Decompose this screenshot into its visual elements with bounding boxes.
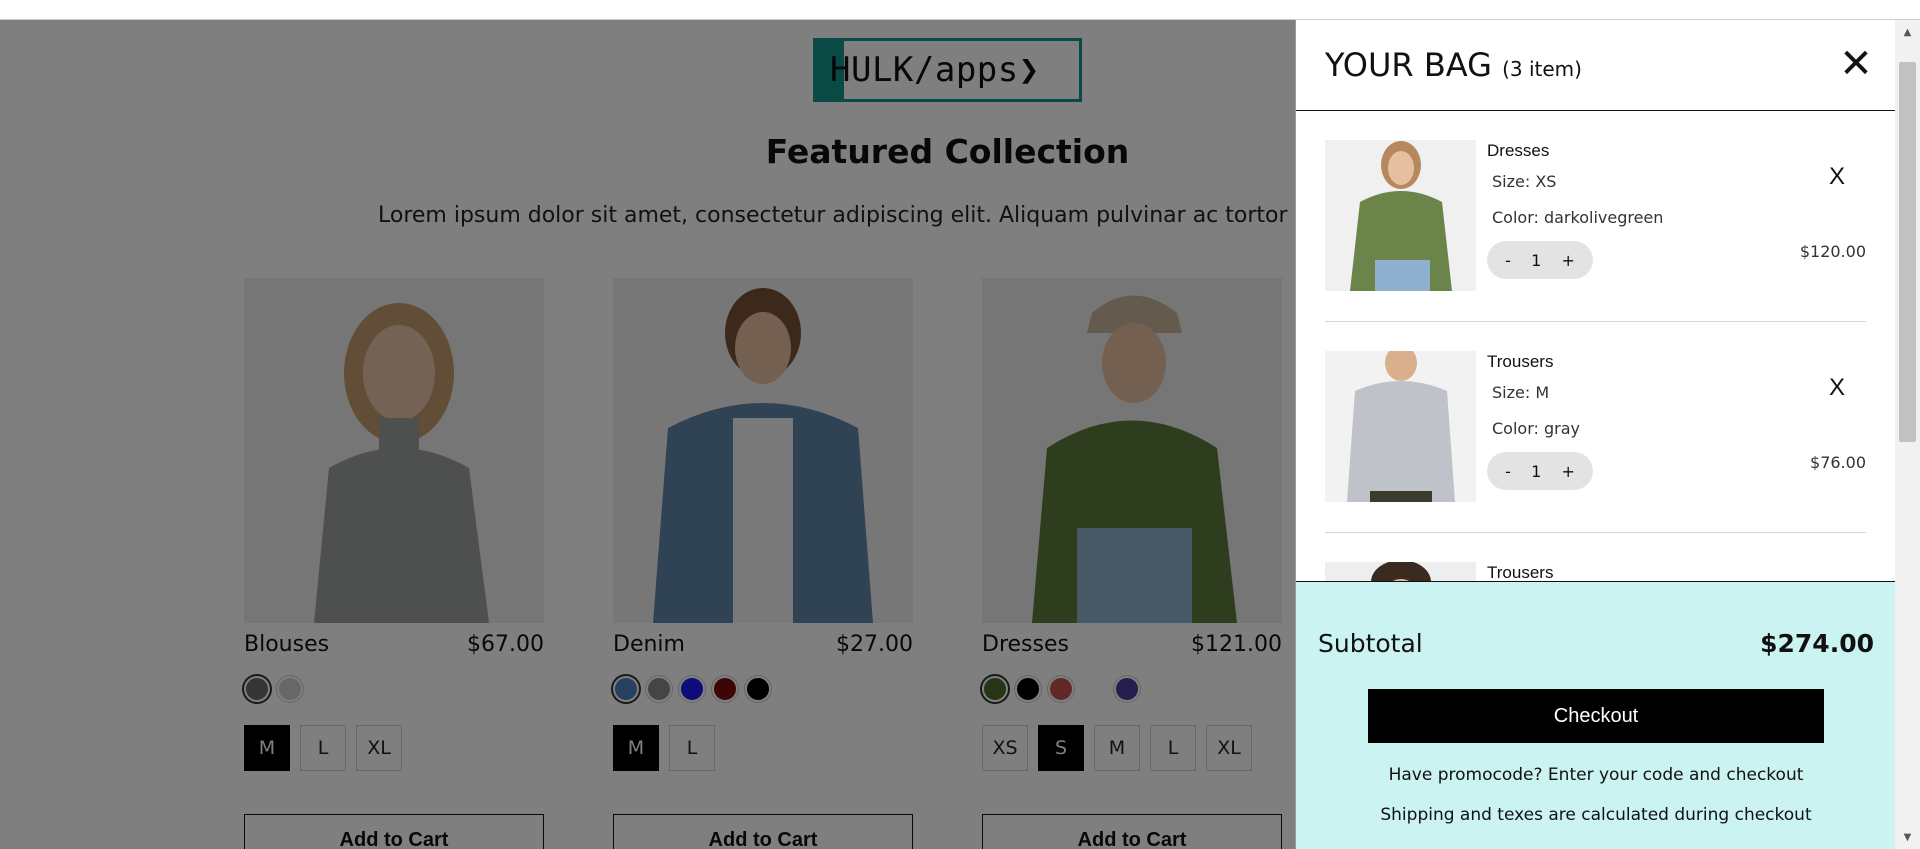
cart-drawer: YOUR BAG (3 item) ✕ Dresses Size: XS Col… (1295, 20, 1896, 849)
cart-title: YOUR BAG (3 item) (1325, 46, 1582, 84)
checkout-button[interactable]: Checkout (1368, 689, 1824, 743)
cart-item-name: Dresses (1487, 141, 1550, 160)
cart-item-price: $76.00 (1810, 453, 1866, 472)
cart-title-text: YOUR BAG (1325, 46, 1492, 84)
subtotal-value: $274.00 (1760, 629, 1874, 658)
cart-item-size: Size: XS (1492, 172, 1557, 191)
cart-item-color: Color: darkolivegreen (1492, 208, 1664, 227)
cart-item-name: Trousers (1487, 352, 1554, 371)
cart-item: Trousers (1325, 533, 1866, 581)
qty-decrease-button[interactable]: - (1505, 462, 1511, 481)
remove-item-button[interactable]: X (1829, 374, 1845, 402)
qty-increase-button[interactable]: + (1561, 251, 1574, 270)
cart-footer: Subtotal $274.00 Checkout Have promocode… (1296, 581, 1896, 849)
cart-header: YOUR BAG (3 item) ✕ (1296, 20, 1896, 111)
cart-item-name: Trousers (1487, 563, 1554, 581)
quantity-stepper: - 1 + (1487, 241, 1593, 279)
cart-item-size: Size: M (1492, 383, 1550, 402)
page-scrollbar[interactable]: ▲ ▼ (1895, 20, 1920, 849)
shipping-note: Shipping and texes are calculated during… (1380, 805, 1812, 825)
scrollbar-thumb[interactable] (1899, 62, 1916, 442)
qty-value: 1 (1531, 461, 1542, 481)
browser-top-edge (0, 0, 1920, 20)
remove-item-button[interactable]: X (1829, 163, 1845, 191)
qty-decrease-button[interactable]: - (1505, 251, 1511, 270)
cart-item-list: Dresses Size: XS Color: darkolivegreen -… (1296, 111, 1896, 581)
qty-value: 1 (1531, 250, 1542, 270)
cart-item: Dresses Size: XS Color: darkolivegreen -… (1325, 111, 1866, 322)
cart-item-price: $120.00 (1799, 242, 1866, 261)
cart-item-image (1325, 140, 1476, 291)
cart-item-image (1325, 562, 1476, 581)
promo-text: Have promocode? Enter your code and chec… (1388, 765, 1804, 785)
scroll-up-arrow-icon[interactable]: ▲ (1895, 20, 1920, 44)
cart-item-image (1325, 351, 1476, 502)
cart-item: Trousers Size: M Color: gray - 1 + X $76… (1325, 322, 1866, 533)
scroll-down-arrow-icon[interactable]: ▼ (1895, 825, 1920, 849)
modal-overlay[interactable] (0, 20, 1295, 849)
cart-item-count: (3 item) (1502, 57, 1582, 81)
qty-increase-button[interactable]: + (1561, 462, 1574, 481)
subtotal-label: Subtotal (1318, 629, 1423, 658)
quantity-stepper: - 1 + (1487, 452, 1593, 490)
cart-item-color: Color: gray (1492, 419, 1580, 438)
close-icon[interactable]: ✕ (1836, 41, 1876, 87)
